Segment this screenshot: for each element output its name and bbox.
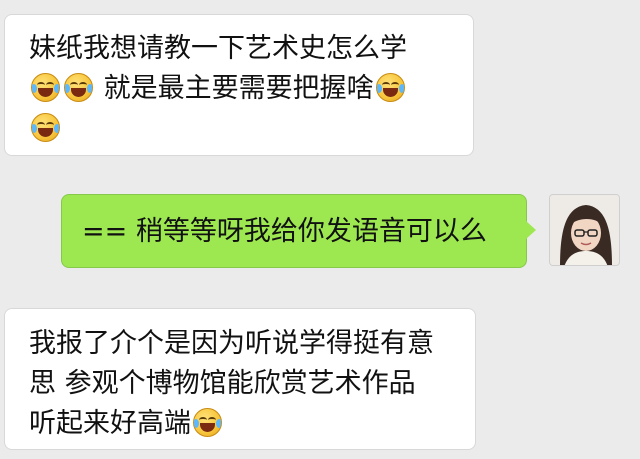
laughing-tears-emoji-icon [64, 73, 93, 102]
message-text: == 稍等等呀我给你发语音可以么 [82, 216, 487, 247]
incoming-message-bubble[interactable]: 妹纸我想请教一下艺术史怎么学 就是最主要需要把握啥 [4, 14, 474, 156]
message-text-line: 就是最主要需要把握啥 [29, 69, 473, 109]
message-text-segment: 就是最主要需要把握啥 [103, 73, 374, 104]
message-text-line: 思 参观个博物馆能欣赏艺术作品 [29, 368, 416, 399]
message-text-segment: 听起来好高端 [29, 408, 191, 439]
sender-avatar[interactable] [549, 194, 620, 266]
outgoing-message-bubble[interactable]: == 稍等等呀我给你发语音可以么 [61, 194, 536, 268]
message-text-line: 我报了介个是因为听说学得挺有意 [29, 328, 434, 359]
avatar-image [550, 195, 619, 265]
message-text-line: 听起来好高端 [29, 404, 475, 444]
laughing-tears-emoji-icon [375, 73, 405, 102]
laughing-tears-emoji-icon [31, 73, 60, 102]
laughing-tears-emoji-icon [31, 113, 60, 142]
bubble-tail [526, 221, 536, 239]
message-text-line [29, 109, 473, 149]
incoming-message-bubble[interactable]: 我报了介个是因为听说学得挺有意 思 参观个博物馆能欣赏艺术作品 听起来好高端 [4, 308, 476, 450]
message-text-line: 妹纸我想请教一下艺术史怎么学 [29, 33, 407, 64]
laughing-tears-emoji-icon [193, 408, 222, 437]
